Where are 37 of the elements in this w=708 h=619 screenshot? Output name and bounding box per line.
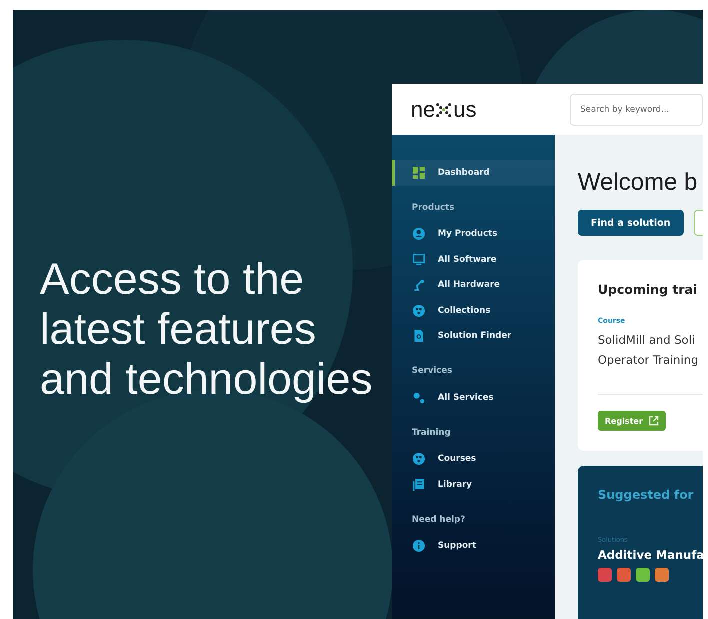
- nav-item[interactable]: My Products: [392, 222, 555, 247]
- card-title: Upcoming trai: [598, 282, 698, 297]
- nav-item[interactable]: All Services: [392, 385, 555, 410]
- course-title: SolidMill and Soli: [598, 332, 696, 349]
- app-icon: [598, 568, 612, 582]
- nav-item[interactable]: Support: [392, 534, 555, 559]
- app-icon: [636, 568, 650, 582]
- section-heading: Training: [411, 428, 452, 440]
- person-icon: [413, 228, 425, 240]
- course-title: Operator Training: [598, 352, 700, 369]
- nav-item[interactable]: Dashboard: [392, 160, 555, 186]
- dotted-x-logo-icon: [436, 102, 452, 118]
- logo-text: ne: [411, 96, 436, 122]
- page-heading: Welcome b: [578, 169, 699, 197]
- logo-text: us: [453, 96, 477, 122]
- collection-icon: [413, 304, 425, 317]
- app-icon: [617, 568, 631, 582]
- grid-icon: [413, 166, 425, 179]
- search-field[interactable]: Search by keyword...: [570, 94, 703, 126]
- nav-item[interactable]: All Software: [392, 247, 555, 272]
- nav-item[interactable]: Library: [392, 472, 555, 498]
- section-heading: Products: [411, 202, 456, 214]
- nav-item[interactable]: Courses: [392, 446, 555, 472]
- section-heading: Services: [411, 366, 454, 378]
- info-icon: [413, 540, 425, 552]
- book-icon: [413, 478, 425, 491]
- nav-item[interactable]: Collections: [392, 298, 555, 324]
- section-heading: Need help?: [411, 514, 466, 526]
- nav-item[interactable]: All Hardware: [392, 272, 555, 298]
- app-icon: [655, 568, 669, 582]
- external-link-icon: [649, 416, 660, 426]
- monitor-icon: [413, 254, 425, 266]
- card-title: Suggested for: [598, 488, 695, 502]
- find-solution-button[interactable]: Find a solution: [578, 210, 684, 236]
- nav-item[interactable]: Solution Finder: [392, 324, 555, 349]
- finder-icon: [413, 330, 425, 342]
- headline: Access to the latest features and technologies: [40, 254, 374, 404]
